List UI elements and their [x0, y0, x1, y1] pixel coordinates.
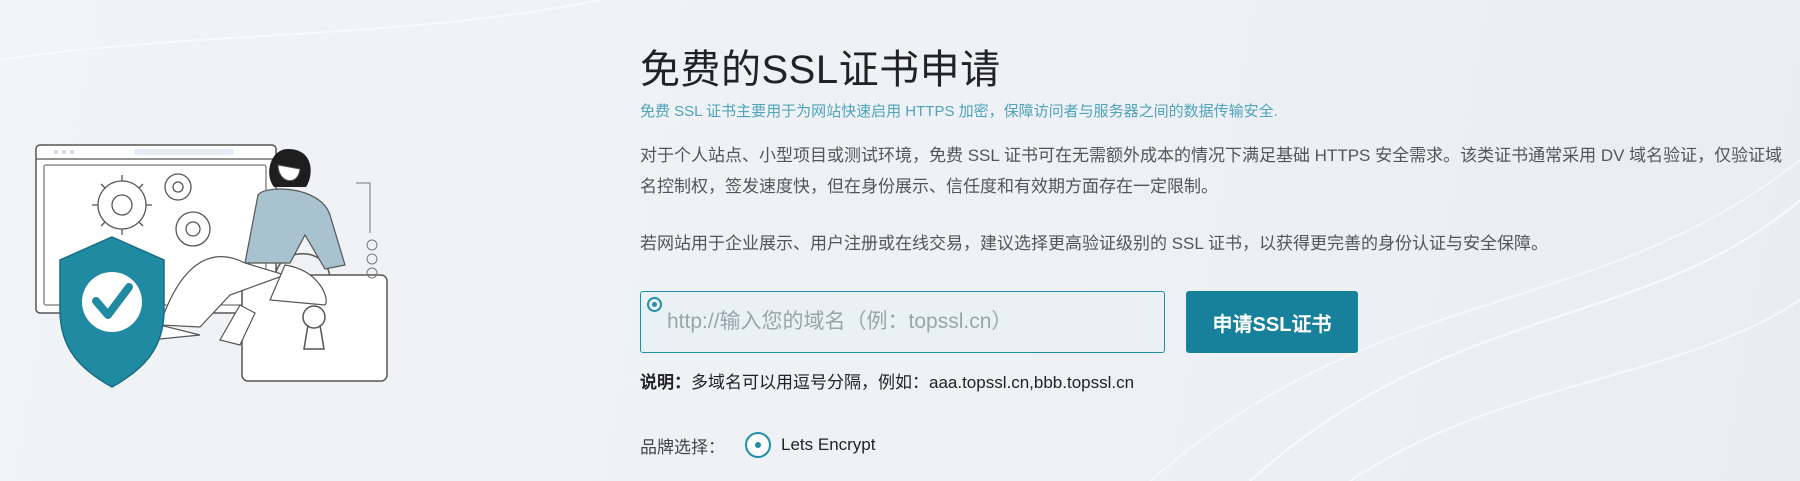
domain-note: 说明：多域名可以用逗号分隔，例如：aaa.topssl.cn,bbb.topss… [640, 368, 1134, 393]
decorative-dots [356, 182, 378, 279]
ssl-illustration [35, 144, 388, 388]
advice-paragraph: 若网站用于企业展示、用户注册或在线交易，建议选择更高验证级别的 SSL 证书，以… [640, 234, 1548, 253]
page-title: 免费的SSL证书申请 [640, 48, 1001, 92]
note-label: 说明： [640, 373, 691, 392]
input-indicator-icon [647, 297, 662, 312]
apply-ssl-button[interactable]: 申请SSL证书 [1186, 291, 1358, 353]
brand-option-lets-encrypt[interactable]: Lets Encrypt [781, 435, 876, 455]
domain-apply-form: 申请SSL证书 [640, 291, 1358, 353]
security-shield-icon [59, 236, 165, 388]
brand-selection: 品牌选择： Lets Encrypt [640, 432, 876, 458]
hero-content: 免费的SSL证书申请 免费 SSL 证书主要用于为网站快速启用 HTTPS 加密… [640, 40, 1790, 259]
note-text: 多域名可以用逗号分隔，例如：aaa.topssl.cn,bbb.topssl.c… [691, 373, 1135, 392]
radio-selected-icon[interactable] [745, 432, 771, 458]
brand-label: 品牌选择： [640, 437, 725, 457]
intro-paragraph: 对于个人站点、小型项目或测试环境，免费 SSL 证书可在无需额外成本的情况下满足… [640, 146, 1783, 196]
page-subtitle: 免费 SSL 证书主要用于为网站快速启用 HTTPS 加密，保障访问者与服务器之… [640, 103, 1278, 120]
domain-input-container [640, 291, 1165, 353]
domain-input[interactable] [641, 292, 1164, 352]
